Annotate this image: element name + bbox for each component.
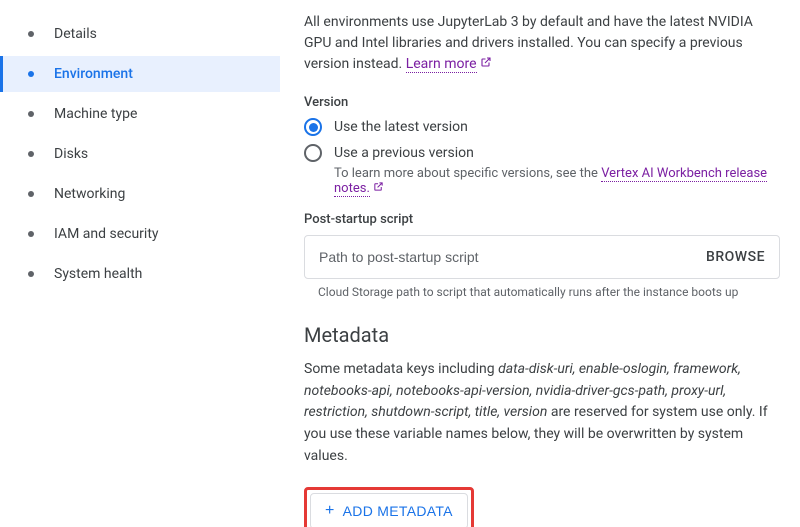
sidebar-item-label: Machine type [54, 106, 137, 122]
post-startup-label: Post-startup script [304, 212, 780, 227]
sidebar-item-networking[interactable]: Networking [0, 176, 280, 212]
radio-label: Use a previous version [334, 145, 474, 161]
radio-latest-version[interactable]: Use the latest version [304, 118, 780, 136]
post-startup-input[interactable] [319, 249, 696, 265]
post-startup-help: Cloud Storage path to script that automa… [318, 285, 780, 299]
version-label: Version [304, 95, 780, 110]
bullet-icon [28, 231, 34, 237]
sidebar-item-disks[interactable]: Disks [0, 136, 280, 172]
post-startup-input-row: BROWSE [304, 235, 780, 279]
version-help-text: To learn more about specific versions, s… [334, 166, 780, 196]
sidebar-item-iam-security[interactable]: IAM and security [0, 216, 280, 252]
sidebar: Details Environment Machine type Disks N… [0, 0, 280, 527]
sidebar-item-label: Networking [54, 186, 125, 202]
bullet-icon [28, 271, 34, 277]
radio-icon [304, 118, 322, 136]
sidebar-item-environment[interactable]: Environment [0, 56, 280, 92]
learn-more-link[interactable]: Learn more [406, 56, 477, 73]
bullet-icon [28, 151, 34, 157]
browse-button[interactable]: BROWSE [696, 249, 765, 265]
add-metadata-button[interactable]: + ADD METADATA [310, 493, 468, 527]
plus-icon: + [325, 502, 335, 520]
sidebar-item-label: Details [54, 26, 97, 42]
radio-label: Use the latest version [334, 119, 468, 135]
bullet-icon [28, 71, 34, 77]
external-link-icon [480, 54, 492, 75]
main-content: All environments use JupyterLab 3 by def… [280, 0, 800, 527]
bullet-icon [28, 31, 34, 37]
bullet-icon [28, 111, 34, 117]
sidebar-item-label: IAM and security [54, 226, 159, 242]
external-link-icon [373, 181, 384, 196]
intro-text: All environments use JupyterLab 3 by def… [304, 12, 780, 75]
metadata-heading: Metadata [304, 323, 780, 347]
sidebar-item-details[interactable]: Details [0, 16, 280, 52]
sidebar-item-system-health[interactable]: System health [0, 256, 280, 292]
sidebar-item-machine-type[interactable]: Machine type [0, 96, 280, 132]
sidebar-item-label: System health [54, 266, 142, 282]
radio-previous-version[interactable]: Use a previous version [304, 144, 780, 162]
sidebar-item-label: Environment [54, 66, 133, 82]
highlight-annotation: + ADD METADATA [304, 487, 474, 527]
metadata-description: Some metadata keys including data-disk-u… [304, 359, 780, 467]
radio-icon [304, 144, 322, 162]
bullet-icon [28, 191, 34, 197]
sidebar-item-label: Disks [54, 146, 88, 162]
